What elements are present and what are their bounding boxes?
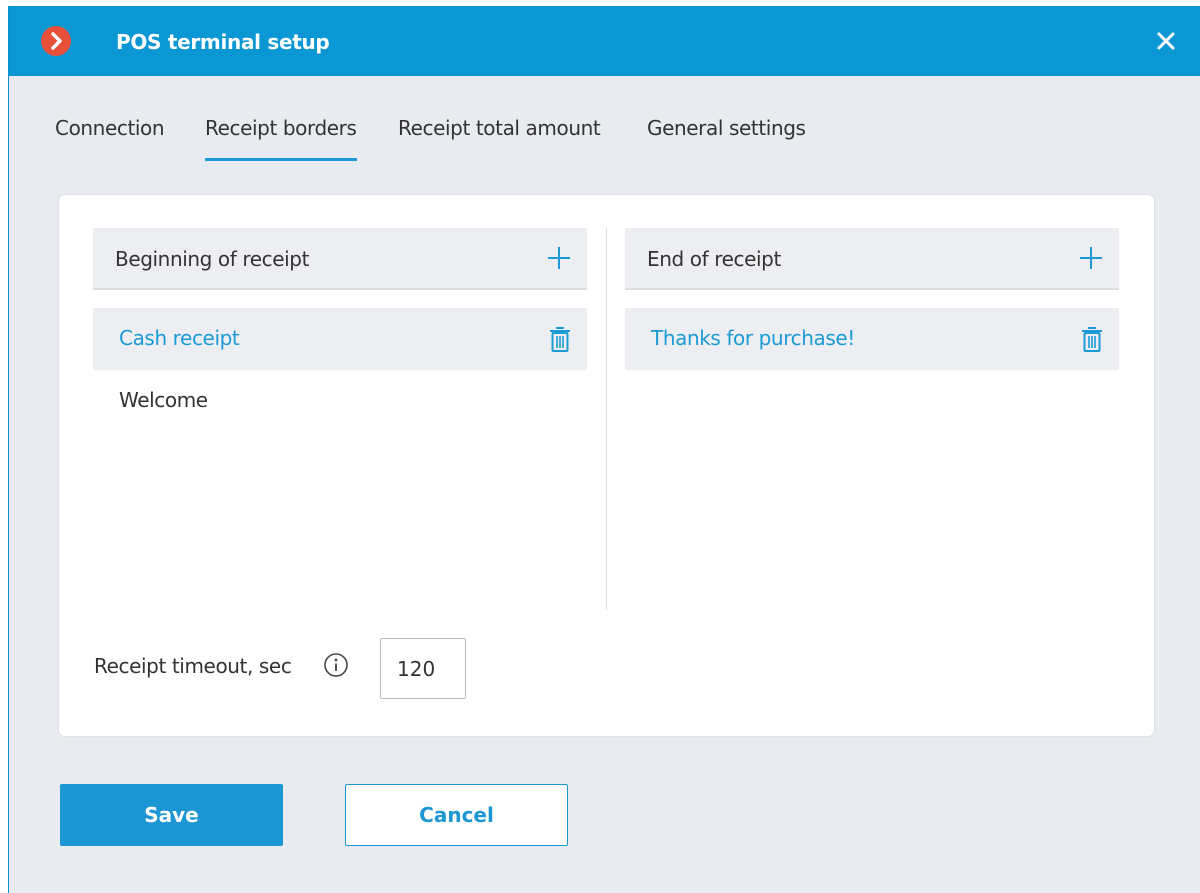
tab-connection[interactable]: Connection — [55, 116, 165, 140]
add-beginning-plus-icon[interactable] — [545, 244, 573, 272]
pos-terminal-setup-window: POS terminal setup Connection Receipt bo… — [8, 6, 1200, 893]
list-item-label: Cash receipt — [119, 326, 240, 350]
window-title: POS terminal setup — [116, 30, 330, 54]
trash-icon[interactable] — [1079, 324, 1105, 354]
tab-general-settings[interactable]: General settings — [647, 116, 806, 140]
end-header-label: End of receipt — [647, 247, 781, 271]
tab-receipt-borders[interactable]: Receipt borders — [205, 116, 357, 161]
receipt-timeout-input[interactable] — [380, 638, 466, 699]
trash-icon[interactable] — [547, 324, 573, 354]
info-icon[interactable] — [323, 652, 349, 678]
title-bar: POS terminal setup — [9, 6, 1200, 76]
receipt-timeout-label: Receipt timeout, sec — [94, 654, 292, 678]
app-logo-icon — [41, 26, 71, 56]
beginning-header: Beginning of receipt — [93, 228, 587, 290]
column-divider — [606, 228, 607, 610]
tab-receipt-total-amount[interactable]: Receipt total amount — [398, 116, 601, 140]
cancel-button[interactable]: Cancel — [345, 784, 568, 846]
end-of-receipt-list: End of receipt Thanks for purchase! — [625, 228, 1119, 370]
list-item-thanks-for-purchase[interactable]: Thanks for purchase! — [625, 308, 1119, 370]
add-end-plus-icon[interactable] — [1077, 244, 1105, 272]
beginning-header-label: Beginning of receipt — [115, 247, 310, 271]
receipt-borders-panel: Beginning of receipt Cash receipt Welcom… — [59, 195, 1154, 736]
close-icon[interactable] — [1153, 28, 1179, 54]
beginning-of-receipt-list: Beginning of receipt Cash receipt Welcom… — [93, 228, 587, 436]
list-item-label: Welcome — [119, 388, 208, 412]
save-button[interactable]: Save — [60, 784, 283, 846]
end-header: End of receipt — [625, 228, 1119, 290]
list-item-cash-receipt[interactable]: Cash receipt — [93, 308, 587, 370]
list-item-label: Thanks for purchase! — [651, 326, 855, 350]
list-item-welcome[interactable]: Welcome — [93, 370, 587, 436]
